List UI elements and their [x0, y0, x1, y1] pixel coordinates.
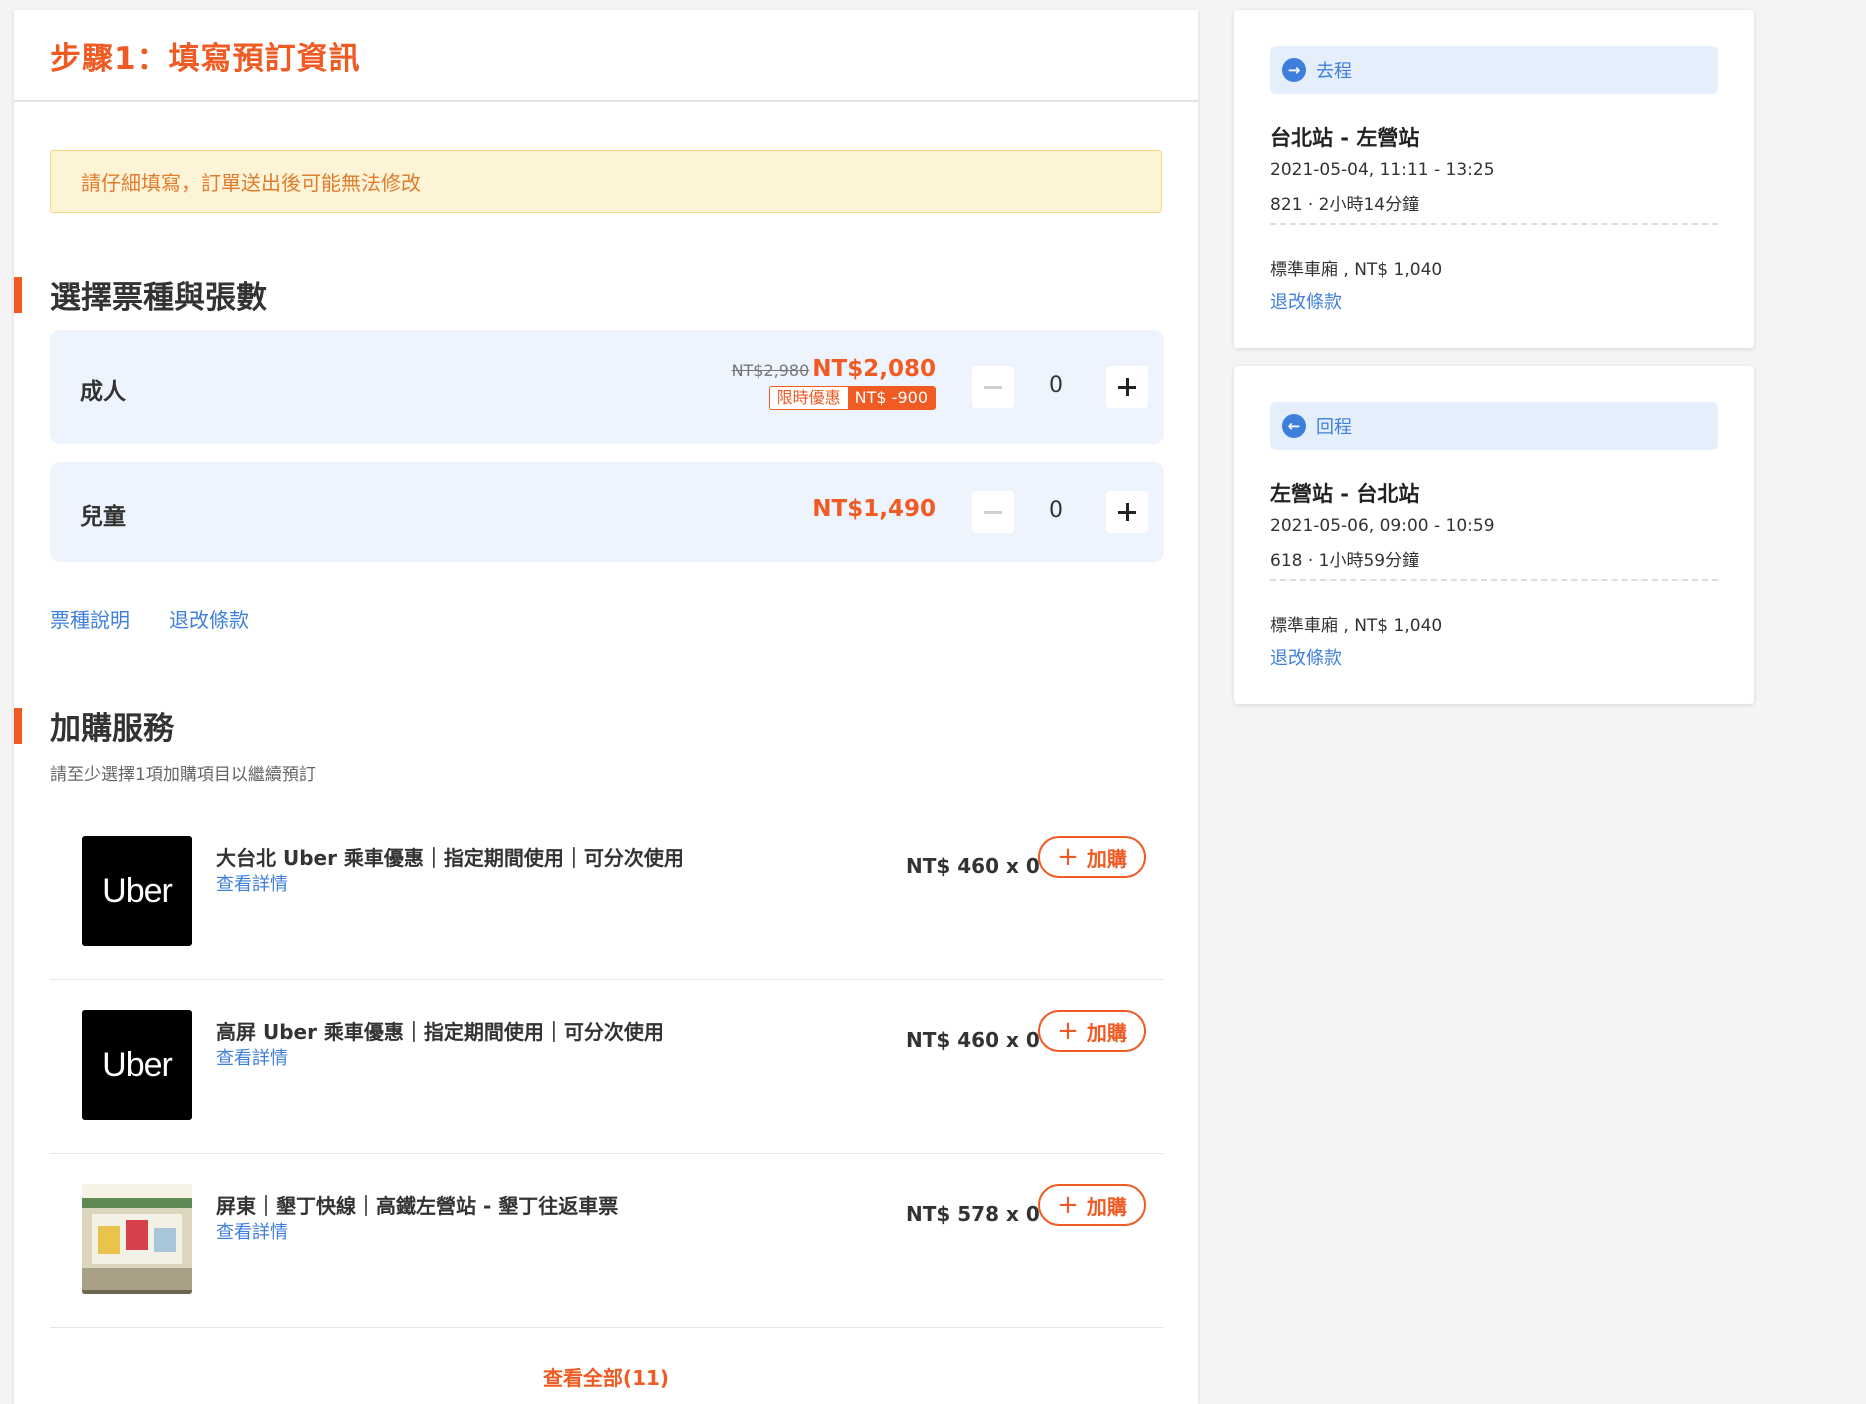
original-price: NT$2,980 — [731, 361, 810, 380]
ticket-price-block: NT$2,980 NT$2,080 限時優惠 NT$ -900 — [732, 356, 936, 410]
minus-icon — [984, 385, 1002, 389]
add-addon-button[interactable]: + 加購 — [1038, 1184, 1146, 1226]
refund-policy-link[interactable]: 退改條款 — [169, 604, 249, 633]
addon-detail-link[interactable]: 查看詳情 — [216, 870, 288, 896]
promo-value: NT$ -900 — [847, 387, 935, 409]
uber-logo: Uber — [82, 836, 192, 946]
arrow-right-circle-icon: → — [1282, 58, 1306, 82]
trip-route: 左營站 - 台北站 — [1270, 482, 1420, 506]
plus-icon: + — [1057, 1016, 1079, 1046]
notice-text: 請仔細填寫，訂單送出後可能無法修改 — [81, 171, 421, 195]
plus-icon — [1118, 503, 1136, 521]
direction-pill: → 去程 — [1270, 46, 1718, 94]
add-addon-button[interactable]: + 加購 — [1038, 1010, 1146, 1052]
ticket-section-title: 選擇票種與張數 — [50, 280, 267, 316]
trip-datetime: 2021-05-06, 09:00 - 10:59 — [1270, 516, 1495, 536]
view-all-addons-link[interactable]: 查看全部(11) — [14, 1362, 1198, 1391]
section-marker — [14, 277, 22, 313]
ticket-info-link[interactable]: 票種說明 — [50, 604, 130, 633]
car-class-price: 標準車廂 , NT$ 1,040 — [1270, 260, 1443, 280]
addon-subtitle: 請至少選擇1項加購項目以繼續預訂 — [50, 765, 316, 785]
quantity-value: 0 — [1049, 498, 1063, 523]
car-class-price: 標準車廂 , NT$ 1,040 — [1270, 616, 1443, 636]
logo-text: Uber — [102, 1045, 173, 1084]
add-button-label: 加購 — [1086, 1194, 1127, 1219]
decrease-button[interactable] — [972, 491, 1014, 533]
ticket-price-block: NT$1,490 — [812, 496, 936, 522]
direction-label: 去程 — [1316, 61, 1352, 82]
add-button-label: 加購 — [1086, 846, 1127, 871]
outbound-trip-card: → 去程 台北站 - 左營站 2021-05-04, 11:11 - 13:25… — [1234, 10, 1754, 348]
logo-text: Uber — [102, 871, 173, 910]
addon-section-title: 加購服務 — [50, 711, 174, 747]
addon-title: 大台北 Uber 乘車優惠｜指定期間使用｜可分次使用 — [216, 846, 684, 870]
return-trip-card: ← 回程 左營站 - 台北站 2021-05-06, 09:00 - 10:59… — [1234, 366, 1754, 704]
addon-item: 屏東｜墾丁快線｜高鐵左營站 - 墾丁往返車票 查看詳情 NT$ 578 x 0 … — [50, 1154, 1164, 1328]
booking-form-card: 步驟1：填寫預訂資訊 請仔細填寫，訂單送出後可能無法修改 選擇票種與張數 成人 … — [14, 10, 1198, 1404]
divider — [1270, 223, 1718, 225]
train-info: 821 · 2小時14分鐘 — [1270, 195, 1420, 215]
addon-item: Uber 高屏 Uber 乘車優惠｜指定期間使用｜可分次使用 查看詳情 NT$ … — [50, 980, 1164, 1154]
increase-button[interactable] — [1106, 366, 1148, 408]
ticket-price: NT$1,490 — [812, 496, 936, 522]
increase-button[interactable] — [1106, 491, 1148, 533]
ticket-label: 成人 — [80, 379, 126, 405]
ticket-row-child: 兒童 NT$1,490 0 — [50, 462, 1164, 562]
minus-icon — [984, 510, 1002, 514]
promo-badge: 限時優惠 NT$ -900 — [768, 386, 936, 410]
train-info: 618 · 1小時59分鐘 — [1270, 551, 1420, 571]
refund-policy-link[interactable]: 退改條款 — [1270, 644, 1342, 670]
uber-logo: Uber — [82, 1010, 192, 1120]
addon-price: NT$ 578 x 0 — [906, 1202, 1040, 1226]
section-marker — [14, 708, 22, 744]
plus-icon: + — [1057, 1190, 1079, 1220]
plus-icon — [1118, 378, 1136, 396]
add-addon-button[interactable]: + 加購 — [1038, 836, 1146, 878]
bus-station-image — [82, 1184, 192, 1294]
addon-title: 屏東｜墾丁快線｜高鐵左營站 - 墾丁往返車票 — [216, 1194, 619, 1218]
ticket-label: 兒童 — [80, 504, 126, 530]
promo-label: 限時優惠 — [769, 387, 848, 409]
step-header: 步驟1：填寫預訂資訊 — [14, 10, 1198, 102]
refund-policy-link[interactable]: 退改條款 — [1270, 288, 1342, 314]
bus-station-photo — [82, 1184, 192, 1294]
direction-pill: ← 回程 — [1270, 402, 1718, 450]
addon-price: NT$ 460 x 0 — [906, 1028, 1040, 1052]
ticket-row-adult: 成人 NT$2,980 NT$2,080 限時優惠 NT$ -900 0 — [50, 330, 1164, 444]
quantity-value: 0 — [1049, 373, 1063, 398]
divider — [1270, 579, 1718, 581]
trip-datetime: 2021-05-04, 11:11 - 13:25 — [1270, 160, 1495, 180]
step-title: 步驟1：填寫預訂資訊 — [50, 40, 361, 77]
addon-price: NT$ 460 x 0 — [906, 854, 1040, 878]
notice-banner: 請仔細填寫，訂單送出後可能無法修改 — [50, 150, 1162, 213]
direction-label: 回程 — [1316, 417, 1352, 438]
decrease-button[interactable] — [972, 366, 1014, 408]
addon-detail-link[interactable]: 查看詳情 — [216, 1218, 288, 1244]
addon-detail-link[interactable]: 查看詳情 — [216, 1044, 288, 1070]
addon-title: 高屏 Uber 乘車優惠｜指定期間使用｜可分次使用 — [216, 1020, 664, 1044]
arrow-left-circle-icon: ← — [1282, 414, 1306, 438]
add-button-label: 加購 — [1086, 1020, 1127, 1045]
trip-route: 台北站 - 左營站 — [1270, 126, 1420, 150]
sale-price: NT$2,080 — [812, 356, 936, 382]
addon-item: Uber 大台北 Uber 乘車優惠｜指定期間使用｜可分次使用 查看詳情 NT$… — [50, 806, 1164, 980]
plus-icon: + — [1057, 842, 1079, 872]
